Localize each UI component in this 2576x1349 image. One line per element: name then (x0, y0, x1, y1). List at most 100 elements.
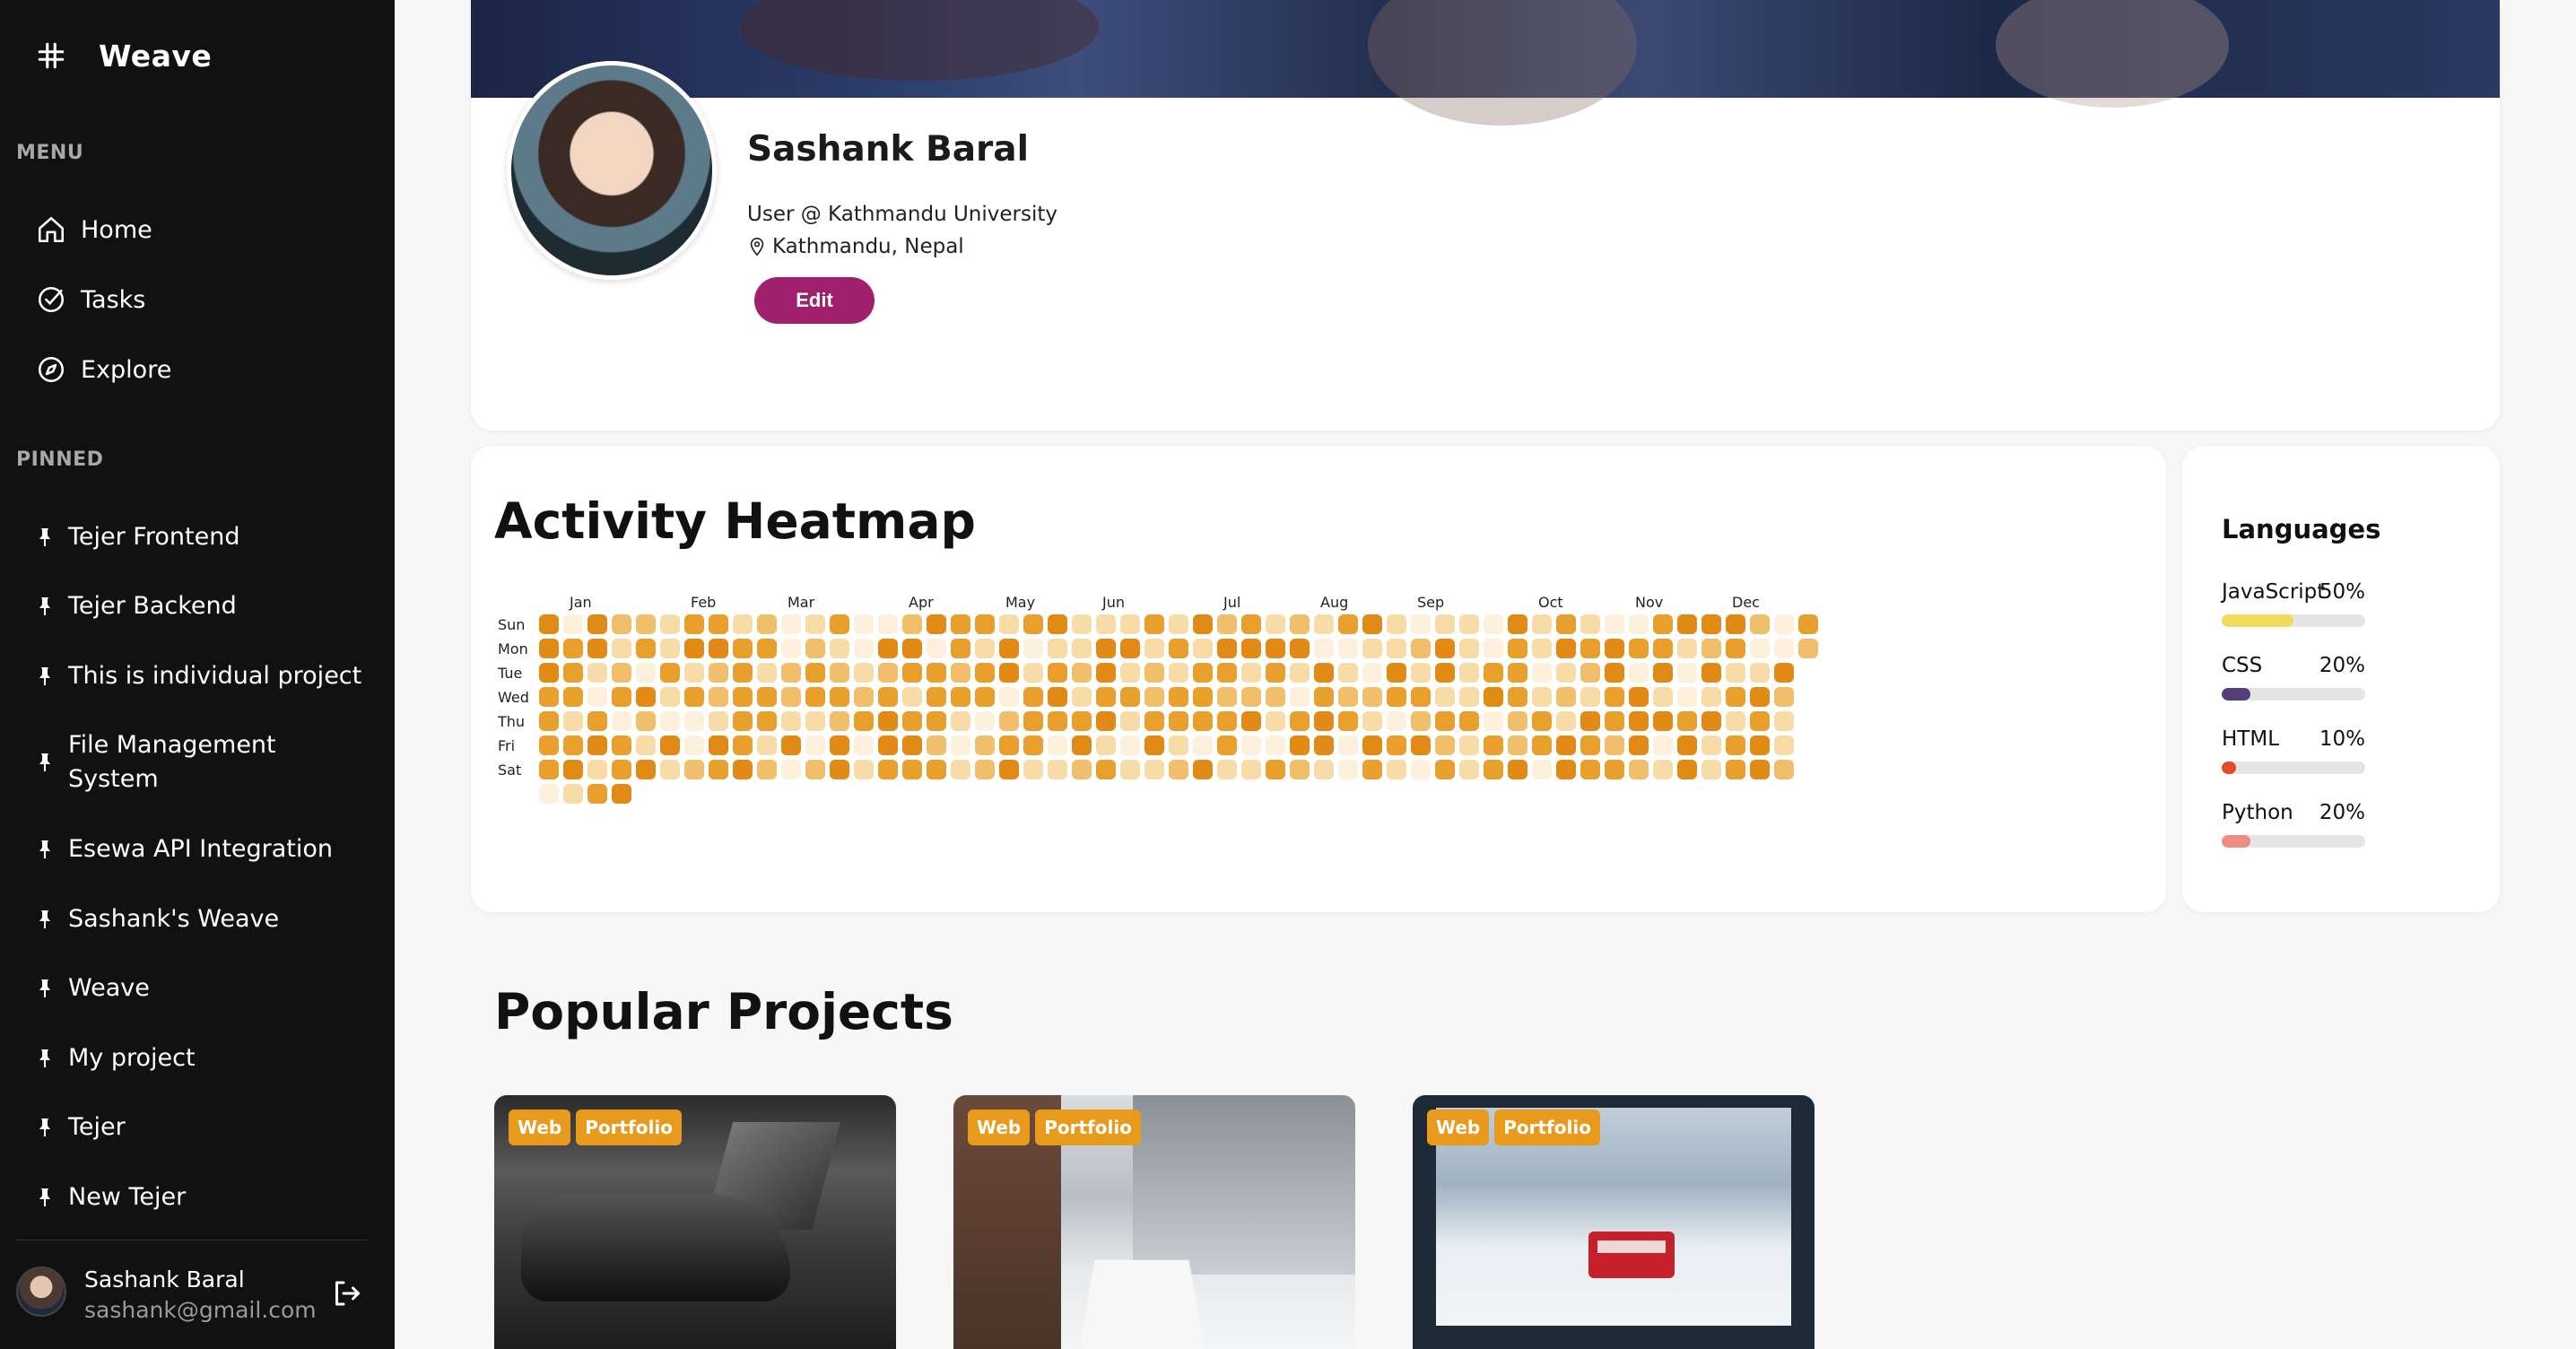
heatmap-cell[interactable] (1629, 735, 1649, 755)
heatmap-cell[interactable] (1387, 760, 1406, 779)
heatmap-cell[interactable] (975, 735, 995, 755)
heatmap-cell[interactable] (1169, 735, 1188, 755)
heatmap-cell[interactable] (878, 614, 898, 634)
heatmap-cell[interactable] (1217, 687, 1237, 707)
heatmap-cell[interactable] (1532, 639, 1552, 658)
heatmap-cell[interactable] (1629, 663, 1649, 683)
heatmap-cell[interactable] (1798, 639, 1818, 658)
heatmap-cell[interactable] (1508, 639, 1527, 658)
heatmap-cell[interactable] (709, 663, 728, 683)
heatmap-cell[interactable] (781, 614, 801, 634)
heatmap-cell[interactable] (1169, 614, 1188, 634)
heatmap-cell[interactable] (612, 663, 631, 683)
heatmap-cell[interactable] (1193, 639, 1213, 658)
heatmap-cell[interactable] (1362, 687, 1382, 707)
heatmap-cell[interactable] (636, 663, 656, 683)
heatmap-cell[interactable] (1435, 735, 1455, 755)
heatmap-cell[interactable] (587, 614, 607, 634)
heatmap-cell[interactable] (1266, 735, 1285, 755)
heatmap-cell[interactable] (1217, 735, 1237, 755)
heatmap-cell[interactable] (1290, 735, 1310, 755)
heatmap-cell[interactable] (1338, 760, 1358, 779)
heatmap-cell[interactable] (1435, 614, 1455, 634)
heatmap-cell[interactable] (902, 687, 922, 707)
heatmap-cell[interactable] (878, 663, 898, 683)
heatmap-cell[interactable] (902, 735, 922, 755)
heatmap-cell[interactable] (1217, 639, 1237, 658)
heatmap-cell[interactable] (1750, 711, 1770, 731)
heatmap-cell[interactable] (1144, 735, 1164, 755)
heatmap-cell[interactable] (854, 639, 874, 658)
heatmap-cell[interactable] (1798, 614, 1818, 634)
heatmap-cell[interactable] (1387, 735, 1406, 755)
heatmap-cell[interactable] (1459, 711, 1479, 731)
heatmap-cell[interactable] (1459, 687, 1479, 707)
heatmap-cell[interactable] (1580, 614, 1600, 634)
heatmap-cell[interactable] (1290, 687, 1310, 707)
heatmap-cell[interactable] (1701, 735, 1721, 755)
heatmap-cell[interactable] (830, 614, 849, 634)
heatmap-cell[interactable] (1750, 639, 1770, 658)
heatmap-cell[interactable] (733, 711, 753, 731)
heatmap-cell[interactable] (1774, 760, 1794, 779)
heatmap-cell[interactable] (999, 711, 1019, 731)
heatmap-cell[interactable] (636, 687, 656, 707)
heatmap-cell[interactable] (1726, 663, 1745, 683)
heatmap-cell[interactable] (999, 687, 1019, 707)
heatmap-cell[interactable] (854, 711, 874, 731)
heatmap-cell[interactable] (1774, 711, 1794, 731)
heatmap-cell[interactable] (1605, 687, 1624, 707)
heatmap-cell[interactable] (805, 687, 825, 707)
heatmap-cell[interactable] (1169, 760, 1188, 779)
heatmap-cell[interactable] (1048, 735, 1067, 755)
heatmap-cell[interactable] (1653, 663, 1673, 683)
heatmap-cell[interactable] (1411, 711, 1431, 731)
heatmap-cell[interactable] (1338, 711, 1358, 731)
heatmap-cell[interactable] (1750, 614, 1770, 634)
heatmap-cell[interactable] (636, 760, 656, 779)
heatmap-cell[interactable] (660, 760, 680, 779)
heatmap-cell[interactable] (1169, 687, 1188, 707)
heatmap-cell[interactable] (684, 614, 704, 634)
heatmap-cell[interactable] (757, 711, 777, 731)
heatmap-cell[interactable] (1120, 614, 1140, 634)
heatmap-cell[interactable] (563, 639, 583, 658)
heatmap-cell[interactable] (1144, 663, 1164, 683)
heatmap-cell[interactable] (539, 711, 559, 731)
heatmap-cell[interactable] (1387, 711, 1406, 731)
heatmap-cell[interactable] (1387, 663, 1406, 683)
heatmap-cell[interactable] (1096, 639, 1116, 658)
heatmap-cell[interactable] (854, 760, 874, 779)
heatmap-cell[interactable] (1387, 687, 1406, 707)
heatmap-cell[interactable] (1290, 663, 1310, 683)
heatmap-cell[interactable] (1314, 687, 1334, 707)
heatmap-cell[interactable] (999, 663, 1019, 683)
heatmap-cell[interactable] (660, 639, 680, 658)
heatmap-cell[interactable] (1144, 711, 1164, 731)
heatmap-cell[interactable] (1193, 687, 1213, 707)
heatmap-cell[interactable] (830, 663, 849, 683)
heatmap-cell[interactable] (1580, 639, 1600, 658)
heatmap-cell[interactable] (733, 687, 753, 707)
heatmap-cell[interactable] (1484, 687, 1503, 707)
heatmap-cell[interactable] (563, 687, 583, 707)
heatmap-cell[interactable] (878, 735, 898, 755)
pinned-item[interactable]: Esewa API Integration (34, 832, 375, 866)
heatmap-cell[interactable] (636, 639, 656, 658)
heatmap-cell[interactable] (1314, 663, 1334, 683)
heatmap-cell[interactable] (1241, 614, 1261, 634)
heatmap-cell[interactable] (1508, 687, 1527, 707)
heatmap-cell[interactable] (1241, 735, 1261, 755)
heatmap-cell[interactable] (781, 711, 801, 731)
heatmap-cell[interactable] (999, 639, 1019, 658)
heatmap-cell[interactable] (1459, 663, 1479, 683)
heatmap-cell[interactable] (1653, 614, 1673, 634)
heatmap-cell[interactable] (1726, 687, 1745, 707)
brand[interactable]: Weave (36, 36, 212, 75)
heatmap-cell[interactable] (757, 663, 777, 683)
heatmap-cell[interactable] (1605, 614, 1624, 634)
heatmap-cell[interactable] (1750, 760, 1770, 779)
heatmap-cell[interactable] (636, 735, 656, 755)
heatmap-cell[interactable] (1362, 639, 1382, 658)
heatmap-cell[interactable] (902, 663, 922, 683)
